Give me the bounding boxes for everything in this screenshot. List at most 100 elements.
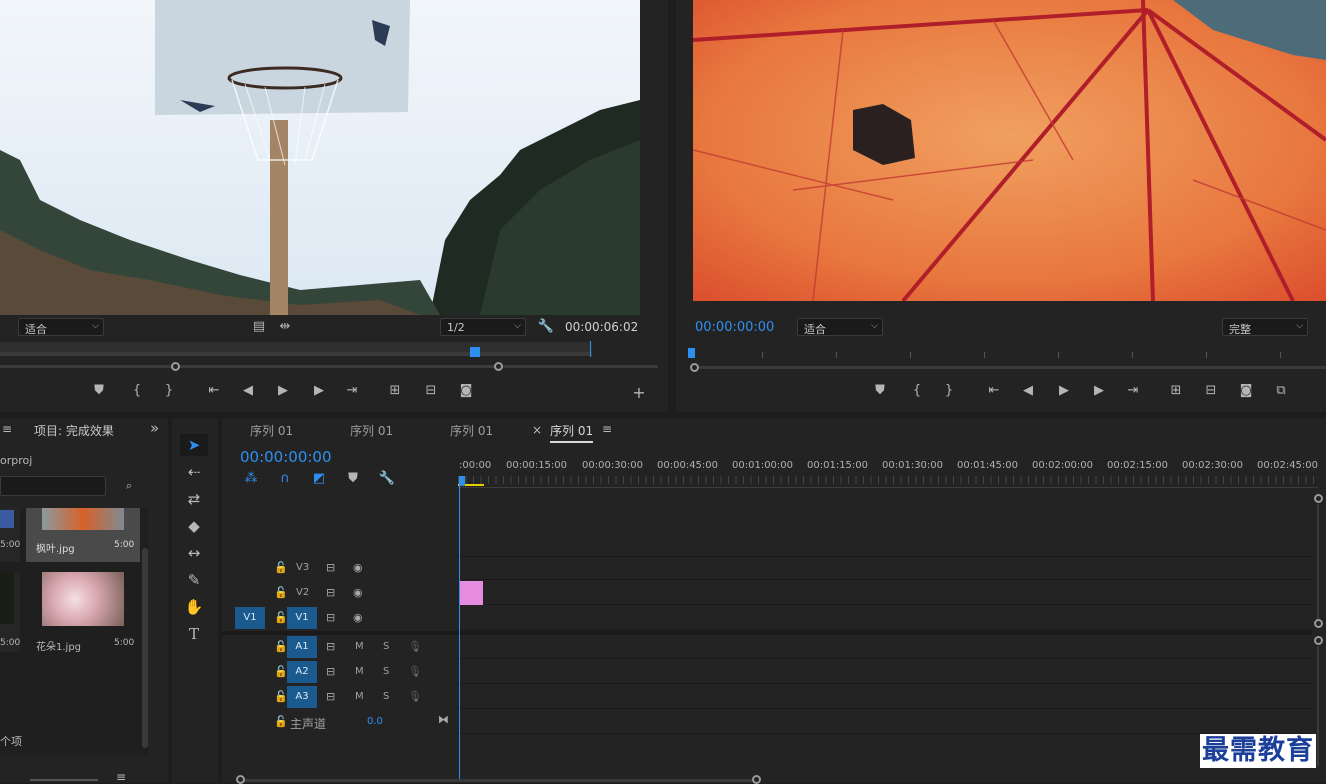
zoom-slider[interactable]: [30, 779, 98, 781]
audio-scrollbar[interactable]: [1317, 646, 1319, 766]
track-label-v2[interactable]: V2: [296, 587, 309, 598]
hand-tool-icon[interactable]: ✋: [180, 596, 208, 618]
step-forward-icon[interactable]: ▶: [308, 381, 330, 401]
lock-icon[interactable]: 🔓: [274, 715, 288, 728]
lane-master[interactable]: [458, 710, 1312, 734]
timeline-playhead-head[interactable]: [459, 476, 465, 486]
timeline-timecode[interactable]: 00:00:00:00: [240, 448, 332, 466]
find-icon[interactable]: ⌕: [126, 479, 132, 493]
add-marker-icon[interactable]: ⛊: [88, 381, 110, 401]
source-timecode[interactable]: 00:00:06:02: [565, 320, 638, 334]
audio-scroll-handle-top[interactable]: [1314, 636, 1323, 645]
source-fit-dropdown[interactable]: 适合 ⌵: [18, 318, 104, 336]
slip-tool-icon[interactable]: ↔: [180, 542, 208, 564]
program-timecode[interactable]: 00:00:00:00: [695, 320, 774, 335]
timeline-ruler[interactable]: :00:00 00:00:15:00 00:00:30:00 00:00:45:…: [458, 454, 1318, 488]
list-item[interactable]: 5:00: [0, 572, 20, 652]
mark-out-icon[interactable]: }: [938, 381, 960, 401]
list-view-icon[interactable]: ≡: [116, 770, 126, 784]
mute-button[interactable]: M: [355, 691, 364, 702]
mark-in-icon[interactable]: {: [126, 381, 148, 401]
lock-icon[interactable]: 🔓: [274, 690, 288, 703]
timeline-settings-wrench-icon[interactable]: 🔧: [376, 469, 398, 489]
horizontal-zoom-bar[interactable]: [240, 779, 760, 782]
go-to-in-icon[interactable]: ⇤: [203, 381, 225, 401]
lock-icon[interactable]: 🔓: [274, 561, 288, 574]
go-to-out-icon[interactable]: ⇥: [341, 381, 363, 401]
track-target-a2[interactable]: A2: [287, 661, 317, 683]
close-icon[interactable]: ×: [532, 423, 542, 437]
track-target-a3[interactable]: A3: [287, 686, 317, 708]
extract-icon[interactable]: ⊟: [1200, 381, 1222, 401]
mute-button[interactable]: M: [355, 666, 364, 677]
add-marker-icon[interactable]: ⛊: [869, 381, 891, 401]
list-item[interactable]: 花朵1.jpg 5:00: [26, 572, 140, 653]
insert-overwrite-icon[interactable]: ⇹: [274, 317, 296, 337]
sync-lock-icon[interactable]: ⊟: [326, 561, 335, 574]
add-marker-icon[interactable]: ⛊: [342, 469, 364, 489]
mute-button[interactable]: M: [355, 641, 364, 652]
solo-button[interactable]: S: [383, 691, 389, 702]
tab-sequence-2[interactable]: 序列 01: [350, 422, 393, 439]
snap-magnet-icon[interactable]: ∩: [274, 469, 296, 489]
lock-icon[interactable]: 🔓: [274, 640, 288, 653]
source-zoom-bar[interactable]: [0, 365, 658, 368]
program-time-ruler[interactable]: [688, 346, 1326, 360]
track-label-v3[interactable]: V3: [296, 562, 309, 573]
lock-icon[interactable]: 🔓: [274, 665, 288, 678]
source-zoom-handle-left[interactable]: [171, 362, 180, 371]
play-icon[interactable]: ▶: [1053, 381, 1075, 401]
eye-icon[interactable]: ◉: [353, 586, 363, 599]
mark-out-icon[interactable]: }: [158, 381, 180, 401]
source-patch-v1[interactable]: V1: [235, 607, 265, 629]
insert-icon[interactable]: ⊞: [384, 381, 406, 401]
tab-menu-icon[interactable]: ≡: [602, 422, 612, 436]
track-select-tool-icon[interactable]: ⇠: [180, 461, 208, 483]
microphone-icon[interactable]: 🎙: [408, 690, 422, 703]
pen-tool-icon[interactable]: ✎: [180, 569, 208, 591]
vertical-scrollbar[interactable]: [142, 548, 148, 748]
go-to-end-icon[interactable]: ⧓: [438, 713, 449, 726]
razor-tool-icon[interactable]: ◆: [180, 515, 208, 537]
sync-lock-icon[interactable]: ⊟: [326, 586, 335, 599]
search-input[interactable]: [0, 476, 106, 496]
solo-button[interactable]: S: [383, 641, 389, 652]
lock-icon[interactable]: 🔓: [274, 586, 288, 599]
lane-a3[interactable]: [458, 685, 1312, 709]
lift-icon[interactable]: ⊞: [1165, 381, 1187, 401]
play-icon[interactable]: ▶: [272, 381, 294, 401]
eye-icon[interactable]: ◉: [353, 611, 363, 624]
program-fit-dropdown[interactable]: 适合 ⌵: [797, 318, 883, 336]
lane-v3[interactable]: [458, 556, 1312, 580]
selection-tool-icon[interactable]: ➤: [180, 434, 208, 456]
panel-overflow-icon[interactable]: »: [150, 419, 159, 437]
sync-lock-icon[interactable]: ⊟: [326, 611, 335, 624]
tab-sequence-active[interactable]: 序列 01: [550, 422, 594, 443]
step-back-icon[interactable]: ◀: [237, 381, 259, 401]
settings-wrench-icon[interactable]: 🔧: [535, 317, 557, 337]
solo-button[interactable]: S: [383, 666, 389, 677]
microphone-icon[interactable]: 🎙: [408, 665, 422, 678]
tab-sequence-1[interactable]: 序列 01: [250, 422, 293, 439]
program-zoom-handle-left[interactable]: [690, 363, 699, 372]
program-quality-dropdown[interactable]: 完整 ⌵: [1222, 318, 1308, 336]
program-playhead[interactable]: [688, 348, 695, 358]
sync-lock-icon[interactable]: ⊟: [326, 640, 335, 653]
list-item[interactable]: 5:00: [0, 508, 20, 562]
project-title[interactable]: 项目: 完成效果: [34, 422, 114, 439]
source-zoom-handle-right[interactable]: [494, 362, 503, 371]
tab-sequence-3[interactable]: 序列 01: [450, 422, 493, 439]
linked-selection-icon[interactable]: ◩: [308, 469, 330, 489]
clip-v2[interactable]: [459, 581, 483, 605]
mark-in-icon[interactable]: {: [906, 381, 928, 401]
go-to-in-icon[interactable]: ⇤: [983, 381, 1005, 401]
type-tool-icon[interactable]: T: [180, 623, 208, 645]
track-target-a1[interactable]: A1: [287, 636, 317, 658]
add-button-icon[interactable]: +: [628, 383, 650, 403]
lane-a1[interactable]: [458, 635, 1312, 659]
source-resolution-dropdown[interactable]: 1/2 ⌵: [440, 318, 526, 336]
export-frame-camera-icon[interactable]: ◙: [455, 381, 477, 401]
lane-a2[interactable]: [458, 660, 1312, 684]
go-to-out-icon[interactable]: ⇥: [1122, 381, 1144, 401]
program-zoom-bar[interactable]: [696, 366, 1326, 369]
